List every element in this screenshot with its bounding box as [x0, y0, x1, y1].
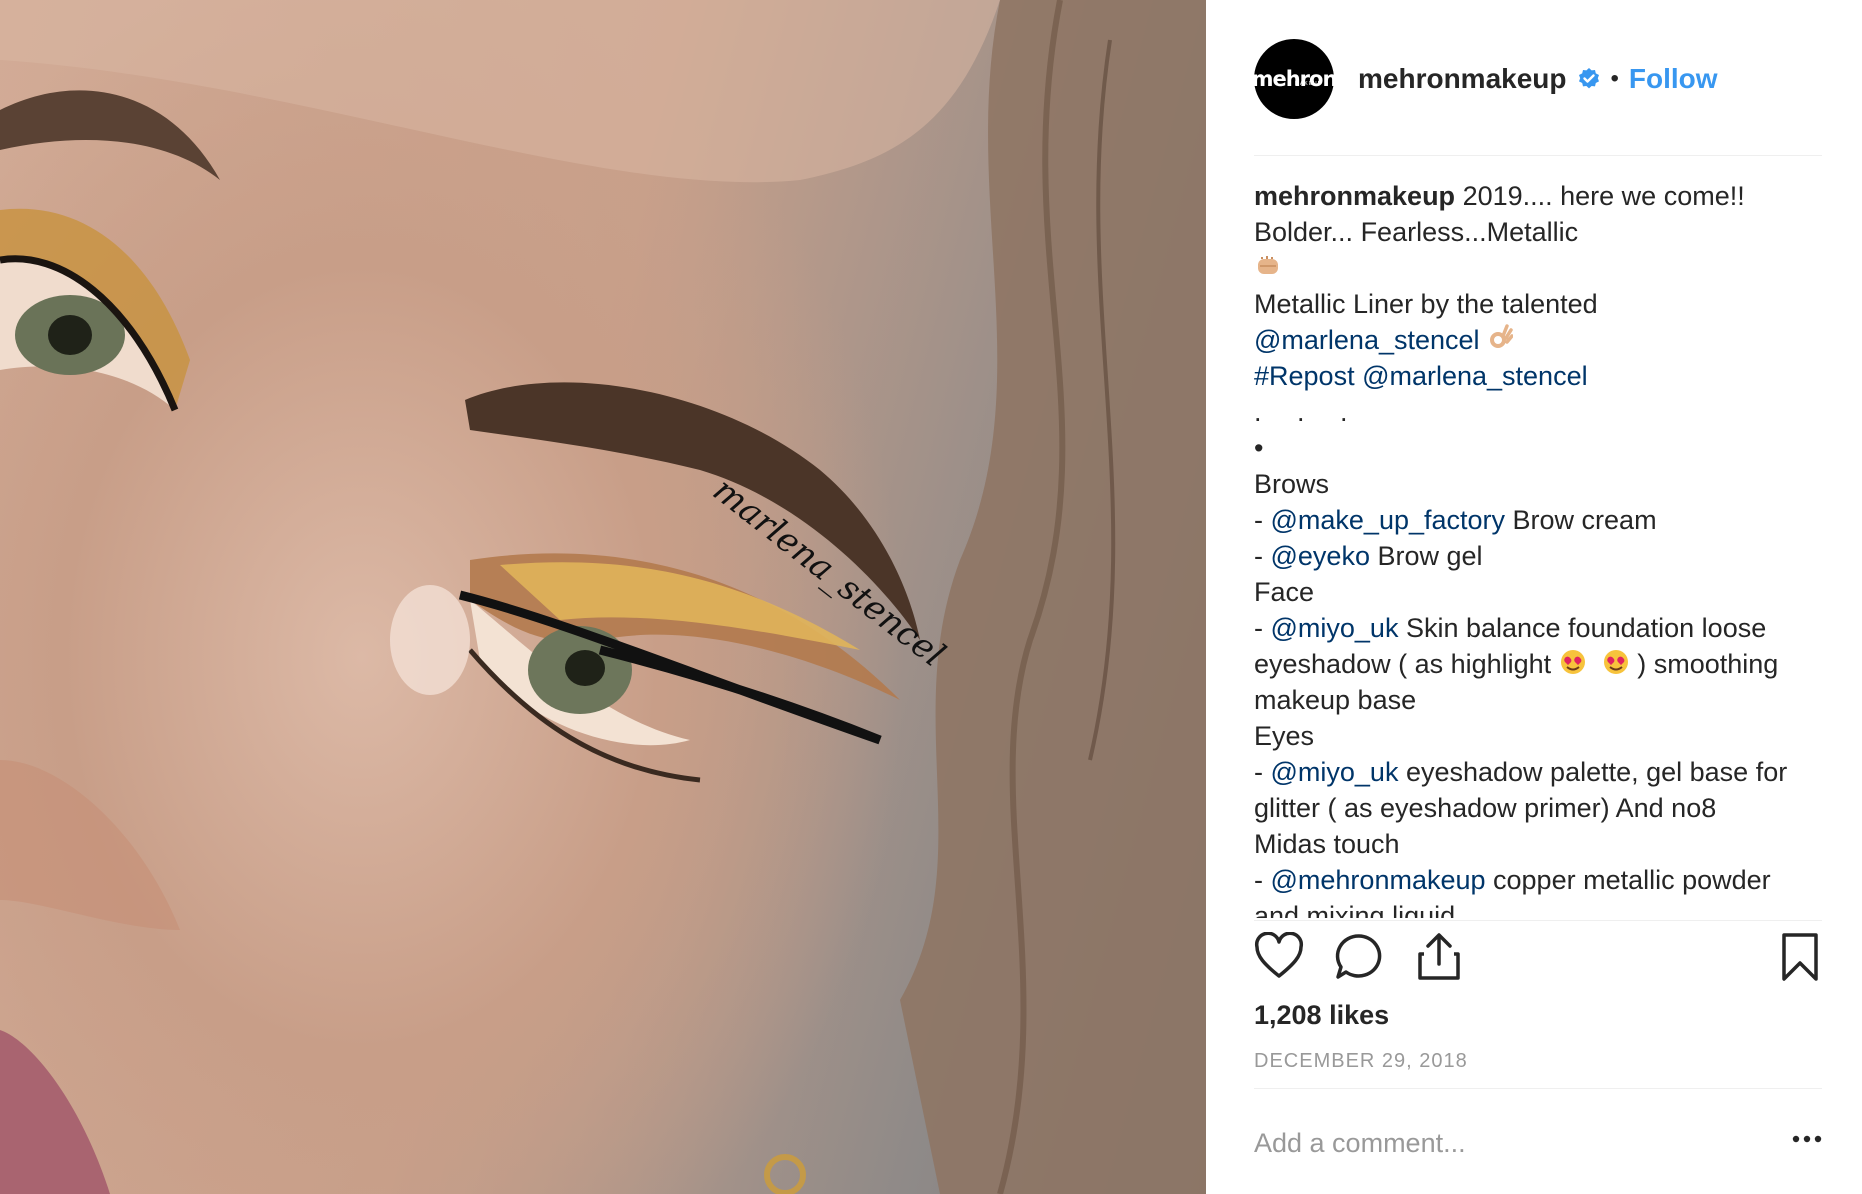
- header-divider: [1254, 155, 1822, 156]
- caption-text: Bolder... Fearless...Metallic: [1254, 217, 1579, 247]
- caption-text: -: [1254, 541, 1271, 571]
- mention-link[interactable]: @miyo_uk: [1271, 757, 1399, 787]
- avatar-brand-text: mehron: [1251, 67, 1338, 91]
- avatar-brand-subtext: MAKEUP: [1294, 81, 1322, 87]
- post-date[interactable]: DECEMBER 29, 2018: [1254, 1050, 1468, 1073]
- caption-text: Skin balance foundation loose: [1398, 613, 1767, 643]
- caption-text: eyeshadow ( as highlight: [1254, 649, 1559, 679]
- mention-link[interactable]: @miyo_uk: [1271, 613, 1399, 643]
- caption-text: •: [1254, 433, 1264, 463]
- caption-text: Brow gel: [1369, 541, 1483, 571]
- more-options-icon[interactable]: [1792, 1132, 1822, 1146]
- comment-icon[interactable]: [1334, 932, 1384, 982]
- ok-hand-emoji-icon: [1490, 324, 1514, 348]
- mention-link[interactable]: @marlena_stencel: [1254, 325, 1480, 355]
- likes-count[interactable]: 1,208 likes: [1254, 1000, 1389, 1031]
- caption-text: -: [1254, 505, 1271, 535]
- mention-link[interactable]: @eyeko: [1271, 541, 1370, 571]
- bookmark-icon[interactable]: [1778, 932, 1822, 982]
- caption-text: Brows: [1254, 469, 1330, 499]
- caption-text: copper metallic powder: [1485, 865, 1771, 895]
- verified-badge-icon: [1578, 68, 1599, 89]
- caption: mehronmakeup 2019.... here we come!! Bol…: [1254, 178, 1822, 918]
- caption-text: makeup base: [1254, 685, 1417, 715]
- mention-link[interactable]: @mehronmakeup: [1271, 865, 1486, 895]
- caption-text: ) smoothing: [1629, 649, 1779, 679]
- photo-illustration: [0, 0, 1206, 1194]
- post-photo[interactable]: marlena_stencel: [0, 0, 1206, 1194]
- caption-text: 2019.... here we come!!: [1455, 181, 1745, 211]
- share-icon[interactable]: [1414, 932, 1464, 982]
- heart-eyes-emoji-icon: [1603, 650, 1628, 674]
- action-bar: [1254, 932, 1822, 990]
- post-header: mehron MAKEUP mehronmakeup • Follow: [1251, 38, 1822, 120]
- caption-scroll-area[interactable]: mehronmakeup 2019.... here we come!! Bol…: [1254, 178, 1822, 918]
- post-sidebar: mehron MAKEUP mehronmakeup • Follow mehr…: [1206, 0, 1862, 1194]
- caption-text: Brow cream: [1505, 505, 1657, 535]
- caption-text: Midas touch: [1254, 829, 1400, 859]
- heart-icon[interactable]: [1254, 932, 1304, 982]
- caption-text: . . .: [1254, 397, 1362, 427]
- avatar[interactable]: mehron MAKEUP: [1251, 39, 1338, 119]
- caption-text: -: [1254, 613, 1271, 643]
- header-separator: •: [1610, 65, 1619, 92]
- caption-text: glitter ( as eyeshadow primer) And no8: [1254, 793, 1717, 823]
- caption-text: Metallic Liner by the talented: [1254, 289, 1598, 319]
- hashtag-repost-link[interactable]: #Repost @marlena_stencel: [1254, 361, 1588, 391]
- caption-divider: [1254, 920, 1822, 921]
- caption-username[interactable]: mehronmakeup: [1254, 181, 1455, 211]
- follow-button[interactable]: Follow: [1629, 63, 1718, 95]
- caption-text: Face: [1254, 577, 1315, 607]
- fist-emoji-icon: [1254, 250, 1822, 286]
- header-username[interactable]: mehronmakeup: [1358, 63, 1567, 95]
- heart-eyes-emoji-icon: [1560, 650, 1585, 674]
- caption-text: -: [1254, 865, 1271, 895]
- caption-text: eyeshadow palette, gel base for: [1398, 757, 1788, 787]
- caption-text: and mixing liquid: [1254, 901, 1456, 918]
- caption-text: Eyes: [1254, 721, 1315, 751]
- mention-link[interactable]: @make_up_factory: [1271, 505, 1506, 535]
- caption-text: -: [1254, 757, 1271, 787]
- comment-input[interactable]: Add a comment...: [1254, 1128, 1466, 1159]
- comment-divider: [1254, 1088, 1822, 1089]
